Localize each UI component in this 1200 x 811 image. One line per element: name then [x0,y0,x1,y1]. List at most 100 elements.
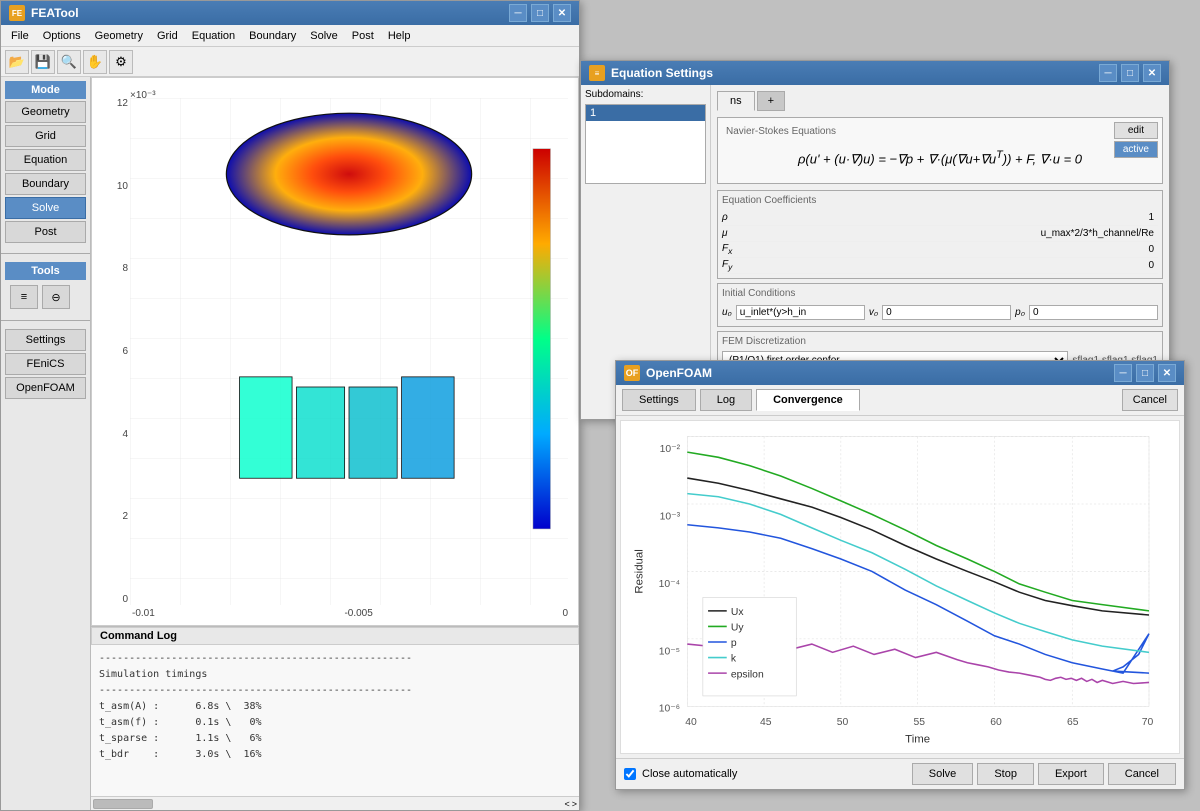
tab-convergence[interactable]: Convergence [756,389,860,411]
coeff-row-rho: ρ 1 [722,210,1158,226]
subdomain-item-1[interactable]: 1 [586,105,705,121]
menu-equation[interactable]: Equation [186,28,241,44]
menu-post[interactable]: Post [346,28,380,44]
tab-add[interactable]: + [757,91,785,111]
svg-text:50: 50 [837,717,849,728]
export-btn[interactable]: Export [1038,763,1104,785]
sidebar-openfoam-btn[interactable]: OpenFOAM [5,377,86,399]
close-auto-checkbox[interactable] [624,768,636,780]
openfoam-window: OF OpenFOAM ─ □ ✕ Settings Log Convergen… [615,360,1185,790]
cancel-btn[interactable]: Cancel [1108,763,1176,785]
close-auto-label: Close automatically [642,768,737,780]
y-axis: 12 10 8 6 4 2 0 [100,98,128,605]
eq-close-btn[interactable]: ✕ [1143,64,1161,82]
svg-text:10⁻²: 10⁻² [660,444,681,455]
mode-section: Mode Geometry Grid Equation Boundary Sol… [1,77,90,249]
stop-btn[interactable]: Stop [977,763,1034,785]
eq-title: Equation Settings [611,66,713,80]
y-label-6: 6 [122,346,128,357]
log-line-6: t_sparse : 1.1s \ 6% [99,731,571,747]
scroll-left-btn[interactable]: < [564,799,569,809]
menu-help[interactable]: Help [382,28,417,44]
tools-section: Tools ≡ ⊖ [1,258,90,316]
menu-solve[interactable]: Solve [304,28,344,44]
sidebar-item-geometry[interactable]: Geometry [5,101,86,123]
mode-header: Mode [5,81,86,99]
v0-input[interactable] [882,305,1011,320]
sidebar-settings-btn[interactable]: Settings [5,329,86,351]
svg-text:epsilon: epsilon [731,669,764,680]
scroll-right-btn[interactable]: > [572,799,577,809]
sidebar-divider-2 [1,320,90,321]
tools-lines-btn[interactable]: ≡ [10,285,38,309]
p0-input[interactable] [1029,305,1158,320]
foam-cancel-tab-btn[interactable]: Cancel [1122,389,1178,411]
pan-btn[interactable]: ✋ [83,50,107,74]
sidebar-item-solve[interactable]: Solve [5,197,86,219]
sidebar-fenics-btn[interactable]: FEniCS [5,353,86,375]
scrollbar-thumb[interactable] [93,799,153,809]
coeff-label-fy: Fy [722,259,752,272]
svg-text:10⁻⁴: 10⁻⁴ [659,579,680,590]
svg-text:55: 55 [913,717,925,728]
settings-toolbar-btn[interactable]: ⚙ [109,50,133,74]
foam-minimize-btn[interactable]: ─ [1114,364,1132,382]
sidebar-item-grid[interactable]: Grid [5,125,86,147]
solve-btn[interactable]: Solve [912,763,974,785]
close-btn[interactable]: ✕ [553,4,571,22]
x-label-neg01: -0.01 [132,608,155,619]
zoom-btn[interactable]: 🔍 [57,50,81,74]
tools-circle-btn[interactable]: ⊖ [42,285,70,309]
tab-ns[interactable]: ns [717,91,755,111]
save-btn[interactable]: 💾 [31,50,55,74]
subdomain-list: 1 [585,104,706,184]
tab-settings[interactable]: Settings [622,389,696,411]
coeff-label-rho: ρ [722,212,752,223]
svg-text:10⁻⁶: 10⁻⁶ [659,704,680,715]
svg-text:Ux: Ux [731,607,744,618]
plot-container: ×10⁻³ 12 10 8 6 4 2 0 -0.01 -0.005 0 [91,77,579,626]
foam-close-btn[interactable]: ✕ [1158,364,1176,382]
eq-minimize-btn[interactable]: ─ [1099,64,1117,82]
command-log-title: Command Log [91,627,579,645]
u0-input[interactable] [736,305,865,320]
foam-maximize-btn[interactable]: □ [1136,364,1154,382]
log-line-1: ----------------------------------------… [99,651,571,667]
edit-btn[interactable]: edit [1114,122,1158,139]
foam-footer: Close automatically Solve Stop Export Ca… [616,758,1184,789]
y-label-10: 10 [117,181,128,192]
minimize-btn[interactable]: ─ [509,4,527,22]
menu-grid[interactable]: Grid [151,28,184,44]
x-axis: -0.01 -0.005 0 [132,608,568,619]
tab-log[interactable]: Log [700,389,752,411]
log-line-4: t_asm(A) : 6.8s \ 38% [99,699,571,715]
menu-boundary[interactable]: Boundary [243,28,302,44]
v0-label: v₀ [869,307,878,318]
u0-label: u₀ [722,307,732,318]
menu-file[interactable]: File [5,28,35,44]
maximize-btn[interactable]: □ [531,4,549,22]
coeff-row-fx: Fx 0 [722,242,1158,258]
menu-geometry[interactable]: Geometry [89,28,149,44]
sidebar-item-post[interactable]: Post [5,221,86,243]
foam-content: Settings Log Convergence Cancel [616,385,1184,789]
scrollbar-arrows: < > [564,799,577,809]
p0-label: p₀ [1015,307,1025,318]
active-btn[interactable]: active [1114,141,1158,158]
main-content: Mode Geometry Grid Equation Boundary Sol… [1,77,579,810]
coeff-row-mu: μ u_max*2/3*h_channel/Re [722,226,1158,242]
svg-text:k: k [731,654,737,665]
chart-svg: Ux Uy p k epsilon 40 45 50 55 60 6 [621,421,1179,753]
sidebar-item-equation[interactable]: Equation [5,149,86,171]
fem-title: FEM Discretization [722,336,1158,347]
svg-text:65: 65 [1067,717,1079,728]
sidebar-item-boundary[interactable]: Boundary [5,173,86,195]
menu-options[interactable]: Options [37,28,87,44]
convergence-chart: Ux Uy p k epsilon 40 45 50 55 60 6 [620,420,1180,754]
svg-text:Time: Time [905,734,930,746]
h-scrollbar[interactable]: < > [91,796,579,810]
eq-titlebar-controls: ─ □ ✕ [1099,64,1161,82]
open-btn[interactable]: 📂 [5,50,29,74]
sidebar: Mode Geometry Grid Equation Boundary Sol… [1,77,91,810]
eq-maximize-btn[interactable]: □ [1121,64,1139,82]
